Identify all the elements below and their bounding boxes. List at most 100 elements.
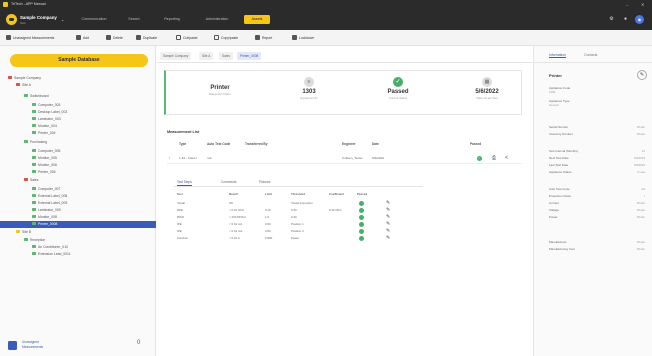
- breadcrumb-sales[interactable]: Sales: [219, 52, 233, 60]
- tree-item[interactable]: Computer_003: [32, 102, 60, 109]
- tree-node-icon: [32, 110, 36, 113]
- minimize-icon[interactable]: –: [626, 2, 628, 7]
- tree-item[interactable]: Site B: [16, 229, 31, 236]
- tab-test-steps[interactable]: Test Steps: [177, 178, 192, 186]
- expand-chevron-icon[interactable]: ›: [169, 152, 170, 164]
- tab-contacts[interactable]: Contacts: [584, 53, 597, 57]
- share-icon[interactable]: <: [505, 152, 508, 164]
- column-header[interactable]: Engineer: [342, 140, 356, 149]
- tree-item[interactable]: Laminator_003: [32, 116, 61, 123]
- tree-item[interactable]: Switchboard: [24, 93, 49, 100]
- tree-item[interactable]: Air Conditioner_010: [32, 244, 68, 251]
- table-cell: RPE: [177, 208, 183, 212]
- tree-item[interactable]: Site A: [16, 82, 31, 89]
- breadcrumb-sample-company[interactable]: Sample Company: [160, 52, 192, 60]
- tree-item[interactable]: Purchasing: [24, 139, 47, 146]
- property-value: I: [644, 194, 645, 198]
- tree-item[interactable]: Computer_007: [32, 186, 60, 193]
- tree-item-label: Monitor_004: [38, 124, 57, 128]
- tree-item-label: Reception: [30, 238, 46, 242]
- column-header[interactable]: Transferred By: [245, 140, 268, 149]
- nav-tab-administration[interactable]: Administration: [196, 15, 238, 24]
- bell-icon[interactable]: ●: [621, 15, 630, 24]
- tree-item[interactable]: Computer_005: [32, 148, 60, 155]
- tree-item[interactable]: External Label_008: [32, 193, 67, 200]
- lockdown-button[interactable]: Lockdown: [292, 34, 314, 42]
- unassigned-measurements-button[interactable]: Unassigned Measurements: [6, 34, 54, 42]
- window-title: TriTech - APP Manual: [11, 2, 46, 6]
- edit-icon[interactable]: ✎: [386, 200, 390, 207]
- edit-icon[interactable]: ✎: [386, 221, 390, 228]
- cut-paste-button[interactable]: Cut/paste: [176, 34, 198, 42]
- edit-icon[interactable]: ✎: [637, 70, 647, 80]
- tree-item[interactable]: Monitor_005: [32, 155, 57, 162]
- tab-comments[interactable]: Comments: [221, 178, 236, 186]
- copy-paste-button[interactable]: Copy/paste: [214, 34, 238, 42]
- edit-icon[interactable]: ✎: [386, 214, 390, 221]
- table-cell: RISO: [177, 215, 185, 219]
- tab-information[interactable]: Information: [549, 53, 566, 58]
- report-button[interactable]: Report: [255, 34, 272, 42]
- tree-item[interactable]: Printer_0008: [0, 221, 156, 228]
- tree-item[interactable]: Monitor_008: [32, 214, 57, 221]
- tree-item[interactable]: Printer_005: [32, 169, 56, 176]
- cell-date: 5/6/2022: [372, 156, 385, 160]
- tree-item[interactable]: Monitor_006: [32, 162, 57, 169]
- tree-item[interactable]: Laminator_009: [32, 207, 61, 214]
- edit-icon[interactable]: ✎: [386, 228, 390, 235]
- tree-item[interactable]: Extension Lead_0011: [32, 251, 71, 258]
- company-name: Sample Company: [20, 15, 57, 20]
- tree-item-label: Sample Company: [14, 76, 41, 80]
- table-row[interactable]: › 1.34 - Class I n/a Colleen_Tester 5/6/…: [167, 152, 522, 164]
- edit-icon[interactable]: ✎: [386, 235, 390, 242]
- table-cell: 3.50: [265, 229, 271, 233]
- sidebar-footer[interactable]: Unassigned Measurements 0: [0, 336, 156, 356]
- table-cell: 3.50: [265, 222, 271, 226]
- tree-node-icon: [8, 76, 12, 79]
- cell-type: 1.34 - Class I: [179, 156, 198, 160]
- tree-item[interactable]: Monitor_004: [32, 123, 57, 130]
- tree-node-icon: [32, 103, 36, 106]
- delete-button[interactable]: Delete: [106, 34, 123, 42]
- breadcrumb-site-a[interactable]: Site A: [199, 52, 214, 60]
- nav-tab-assets[interactable]: Assets: [244, 15, 270, 24]
- tree-item-label: Printer_0008: [38, 222, 58, 226]
- tree-item-label: Monitor_005: [38, 156, 57, 160]
- gear-icon[interactable]: ⚙: [607, 15, 616, 24]
- breadcrumb-printer[interactable]: Printer_0008: [237, 52, 262, 60]
- nav-tab-communication[interactable]: Communication: [74, 15, 114, 24]
- column-header[interactable]: Passed: [470, 140, 481, 149]
- duplicate-button[interactable]: Duplicate: [136, 34, 157, 42]
- print-icon[interactable]: ⎙: [492, 152, 496, 164]
- company-sub: Test: [20, 20, 26, 25]
- tree-item[interactable]: Sample Company: [8, 75, 41, 82]
- nav-tab-search[interactable]: Search: [120, 15, 148, 24]
- column-header: Result: [229, 192, 238, 196]
- tree-item[interactable]: Desktop Label_003: [32, 109, 67, 116]
- tree-item[interactable]: External Label_009: [32, 200, 67, 207]
- unassigned-measurements-link[interactable]: Unassigned Measurements: [22, 340, 43, 349]
- tree-node-icon: [24, 140, 28, 143]
- company-selector[interactable]: Sample Company Test ⌄: [6, 13, 68, 26]
- tree-node-icon: [24, 238, 28, 241]
- check-icon: [359, 222, 364, 227]
- tree-item[interactable]: Sales: [24, 177, 38, 184]
- column-header[interactable]: Auto Test Code: [207, 140, 230, 149]
- tree-item[interactable]: Reception: [24, 237, 45, 244]
- tree-item-label: Monitor_008: [38, 215, 57, 219]
- table-cell: 0.10: [265, 208, 271, 212]
- tree-item-label: Sales: [30, 178, 39, 182]
- column-header[interactable]: Type: [179, 140, 186, 149]
- column-header[interactable]: Date: [372, 140, 379, 149]
- nav-tab-reporting[interactable]: Reporting: [154, 15, 190, 24]
- user-icon[interactable]: ◉: [635, 15, 644, 24]
- sample-database-button[interactable]: Sample Database: [10, 54, 148, 67]
- toolbar-label: Copy/paste: [221, 36, 239, 40]
- column-header: Test: [177, 192, 183, 196]
- add-button[interactable]: Add: [76, 34, 89, 42]
- tab-pictures[interactable]: Pictures: [259, 178, 271, 186]
- edit-icon[interactable]: ✎: [386, 207, 390, 214]
- close-icon[interactable]: ✕: [641, 2, 644, 7]
- property-value: Printer: [636, 132, 645, 136]
- tree-item[interactable]: Printer_004: [32, 130, 56, 137]
